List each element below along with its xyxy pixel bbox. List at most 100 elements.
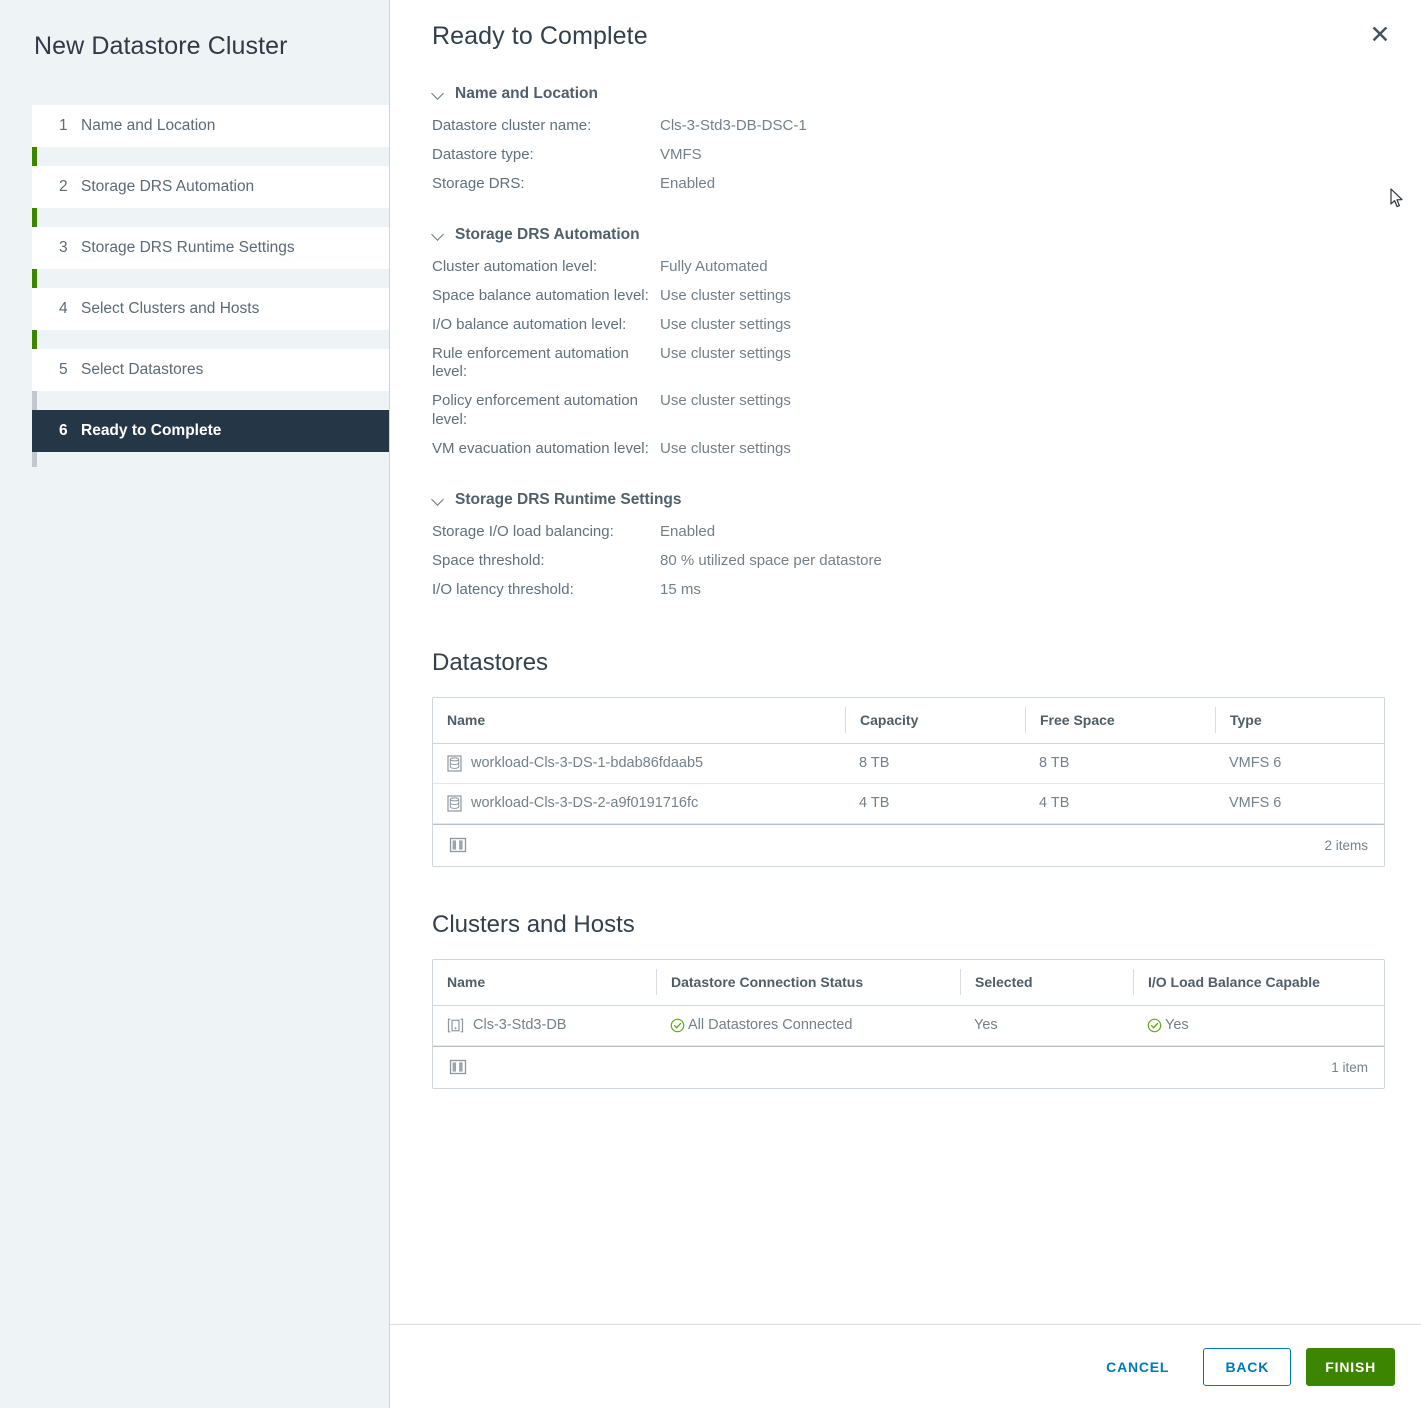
cluster-io-capable-cell: Yes (1133, 1017, 1384, 1033)
summary-row: I/O balance automation level: Use cluste… (432, 311, 1385, 340)
sidebar-step-storage-drs-runtime-settings[interactable]: 3 Storage DRS Runtime Settings (32, 227, 389, 269)
datastores-table: Name Capacity Free Space Type workload-C… (432, 696, 1385, 867)
close-icon[interactable]: ✕ (1363, 18, 1397, 52)
step-label: Select Clusters and Hosts (81, 300, 260, 317)
summary-row: Rule enforcement automation level: Use c… (432, 340, 1385, 388)
step-label: Select Datastores (81, 361, 204, 378)
finish-button[interactable]: FINISH (1306, 1347, 1395, 1386)
summary-row: I/O latency threshold: 15 ms (432, 576, 1385, 605)
cluster-name: Cls-3-Std3-DB (473, 1017, 567, 1033)
summary-value: Use cluster settings (660, 439, 791, 457)
summary-key: Storage DRS: (432, 174, 525, 192)
sidebar-step-select-datastores[interactable]: 5 Select Datastores (32, 349, 389, 391)
summary-row: Datastore type: VMFS (432, 141, 1385, 170)
clusters-table-footer: 1 item (433, 1045, 1384, 1088)
section-name-and-location: Name and Location Datastore cluster name… (432, 85, 1385, 198)
table-header-row: Name Capacity Free Space Type (433, 698, 1384, 744)
datastore-icon (447, 754, 462, 772)
wizard-sidebar: New Datastore Cluster 1 Name and Locatio… (0, 0, 390, 1408)
chevron-down-icon (432, 493, 446, 507)
datastore-capacity: 8 TB (859, 755, 890, 771)
summary-row: Policy enforcement automation level: Use… (432, 387, 1385, 435)
summary-key: Storage I/O load balancing: (432, 523, 614, 541)
column-header-capacity[interactable]: Capacity (845, 707, 1025, 733)
wizard-main-panel: Ready to Complete ✕ Name and Location Da… (390, 0, 1421, 1408)
summary-value: VMFS (660, 145, 702, 163)
cancel-button[interactable]: CANCEL (1087, 1348, 1188, 1386)
cluster-connection-status: All Datastores Connected (688, 1017, 853, 1033)
cluster-selected: Yes (974, 1017, 998, 1033)
section-header-storage-drs-runtime-settings[interactable]: Storage DRS Runtime Settings (432, 491, 1385, 509)
step-label: Name and Location (81, 117, 216, 134)
column-header-free-space[interactable]: Free Space (1025, 707, 1215, 733)
table-row[interactable]: workload-Cls-3-DS-2-a9f0191716fc 4 TB 4 … (433, 784, 1384, 824)
column-header-selected[interactable]: Selected (960, 969, 1133, 995)
step-label: Storage DRS Automation (81, 178, 255, 195)
summary-key: I/O latency threshold: (432, 580, 574, 598)
datastore-name: workload-Cls-3-DS-1-bdab86fdaab5 (471, 755, 704, 771)
datastore-icon (447, 794, 462, 812)
step-number: 6 (59, 422, 68, 439)
datastore-name-cell: workload-Cls-3-DS-2-a9f0191716fc (433, 794, 845, 812)
sidebar-step-ready-to-complete[interactable]: 6 Ready to Complete (32, 410, 389, 452)
table-row[interactable]: Cls-3-Std3-DB All Datastores Connected Y… (433, 1006, 1384, 1046)
column-header-name[interactable]: Name (433, 707, 845, 733)
section-header-name-and-location[interactable]: Name and Location (432, 85, 1385, 103)
step-number: 2 (59, 178, 68, 195)
column-header-name[interactable]: Name (433, 969, 656, 995)
sidebar-step-name-and-location[interactable]: 1 Name and Location (32, 105, 389, 147)
summary-value: Use cluster settings (660, 392, 791, 409)
step-number: 4 (59, 300, 68, 317)
summary-value: Fully Automated (660, 258, 768, 276)
summary-key: Space balance automation level: (432, 287, 649, 304)
section-header-storage-drs-automation[interactable]: Storage DRS Automation (432, 226, 1385, 244)
step-number: 1 (59, 117, 68, 134)
datastore-type: VMFS 6 (1229, 795, 1282, 811)
cluster-connection-status-cell: All Datastores Connected (656, 1017, 960, 1033)
summary-key: Cluster automation level: (432, 258, 598, 276)
new-datastore-cluster-wizard: New Datastore Cluster 1 Name and Locatio… (0, 0, 1421, 1408)
section-storage-drs-runtime-settings: Storage DRS Runtime Settings Storage I/O… (432, 491, 1385, 604)
datastores-item-count: 2 items (1324, 837, 1368, 853)
datastore-capacity: 4 TB (859, 795, 890, 811)
clusters-item-count: 1 item (1331, 1059, 1368, 1075)
summary-row: Storage I/O load balancing: Enabled (432, 518, 1385, 547)
summary-row: Space balance automation level: Use clus… (432, 282, 1385, 311)
datastore-name: workload-Cls-3-DS-2-a9f0191716fc (471, 795, 699, 811)
wizard-title: New Datastore Cluster (34, 32, 288, 60)
column-settings-icon[interactable] (449, 836, 467, 854)
column-header-datastore-connection-status[interactable]: Datastore Connection Status (656, 969, 960, 995)
column-header-io-load-balance-capable[interactable]: I/O Load Balance Capable (1133, 969, 1384, 995)
summary-value: Enabled (660, 523, 716, 541)
step-number: 3 (59, 239, 68, 256)
column-header-type[interactable]: Type (1215, 707, 1384, 733)
wizard-steps: 1 Name and Location 2 Storage DRS Automa… (0, 105, 389, 467)
chevron-down-icon (432, 87, 446, 101)
step-label: Ready to Complete (81, 422, 222, 439)
summary-key: Space threshold: (432, 552, 545, 569)
summary-value: 80 % utilized space per datastore (660, 552, 882, 569)
sidebar-step-select-clusters-and-hosts[interactable]: 4 Select Clusters and Hosts (32, 288, 389, 330)
table-header-row: Name Datastore Connection Status Selecte… (433, 960, 1384, 1006)
summary-key: Datastore cluster name: (432, 117, 592, 134)
column-settings-icon[interactable] (449, 1058, 467, 1076)
cluster-icon (447, 1018, 464, 1032)
table-row[interactable]: workload-Cls-3-DS-1-bdab86fdaab5 8 TB 8 … (433, 744, 1384, 784)
wizard-body: Name and Location Datastore cluster name… (390, 51, 1421, 1324)
cluster-name-cell: Cls-3-Std3-DB (433, 1017, 656, 1034)
check-circle-icon (1147, 1018, 1162, 1032)
sidebar-step-storage-drs-automation[interactable]: 2 Storage DRS Automation (32, 166, 389, 208)
section-title: Name and Location (455, 85, 598, 102)
summary-value: Use cluster settings (660, 287, 791, 304)
back-button[interactable]: BACK (1203, 1347, 1292, 1386)
page-title: Ready to Complete (432, 22, 648, 50)
summary-value: Use cluster settings (660, 315, 791, 333)
summary-row: Cluster automation level: Fully Automate… (432, 253, 1385, 282)
step-number: 5 (59, 361, 68, 378)
summary-value: Cls-3-Std3-DB-DSC-1 (660, 117, 807, 134)
clusters-and-hosts-heading: Clusters and Hosts (432, 910, 635, 938)
section-title: Storage DRS Runtime Settings (455, 491, 682, 509)
summary-key: Rule enforcement automation level: (432, 344, 629, 381)
datastore-free-space: 4 TB (1039, 795, 1070, 811)
section-title: Storage DRS Automation (455, 226, 640, 244)
